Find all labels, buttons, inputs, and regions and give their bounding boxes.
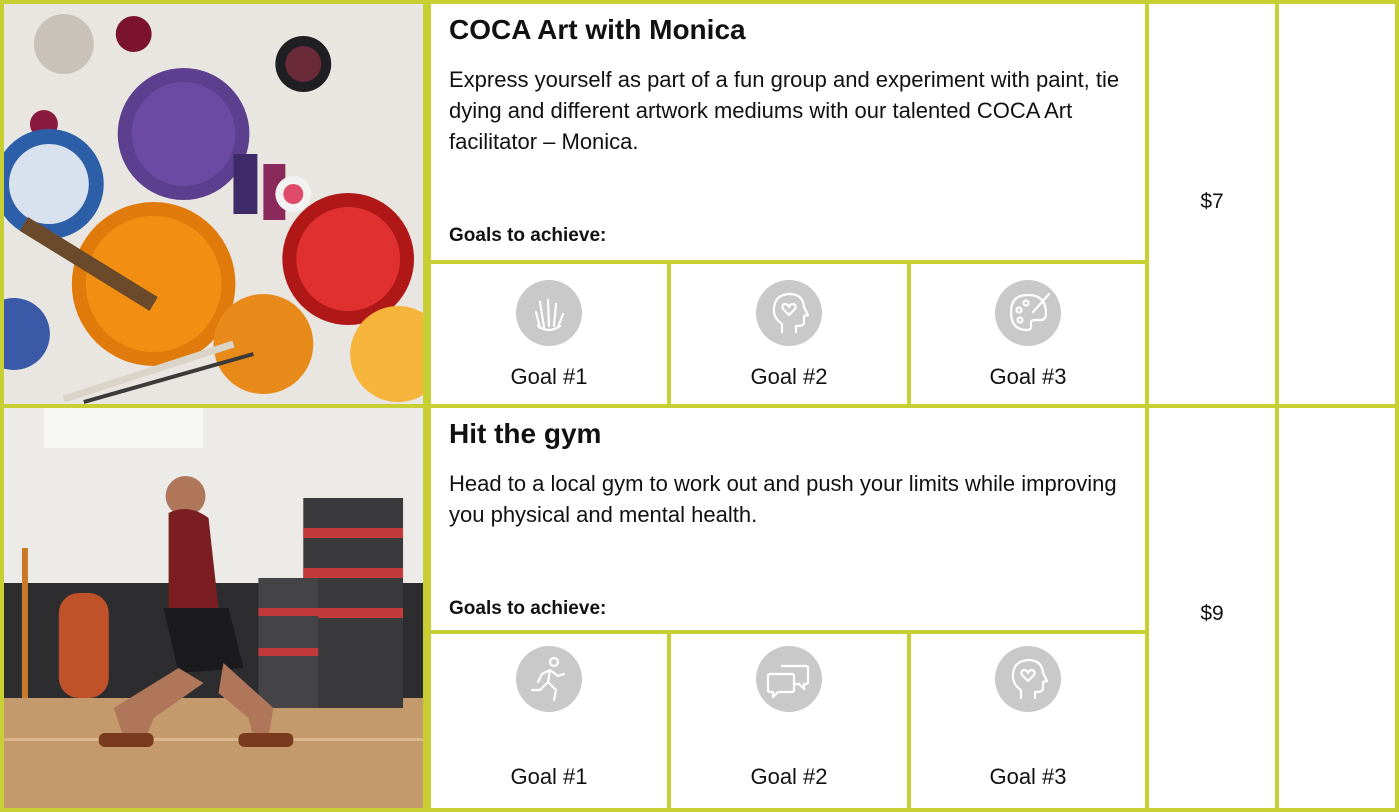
running-person-icon: [516, 646, 582, 712]
activity-description: Express yourself as part of a fun group …: [449, 67, 1120, 154]
activity-info-gym: Hit the gym Head to a local gym to work …: [427, 404, 1149, 634]
head-heart-icon: [756, 280, 822, 346]
paint-palette-icon: [995, 280, 1061, 346]
goal-cell: Goal #2: [667, 260, 911, 408]
goal-cell: Goal #1: [427, 260, 671, 408]
goal-cell: Goal #3: [907, 630, 1149, 812]
goal-cell: Goal #2: [667, 630, 911, 812]
activity-image-art: [0, 0, 427, 408]
goal-label: Goal #2: [750, 764, 828, 789]
empty-cell: [1275, 404, 1399, 812]
chat-bubbles-icon: [756, 646, 822, 712]
goals-heading: Goals to achieve:: [449, 225, 607, 246]
paint-cans-photo: [4, 4, 423, 404]
head-heart-icon: [995, 646, 1061, 712]
activity-table: COCA Art with Monica Express yourself as…: [0, 0, 1399, 812]
goal-cell: Goal #3: [907, 260, 1149, 408]
activity-price: $9: [1200, 602, 1224, 625]
goal-cell: Goal #1: [427, 630, 671, 812]
gym-lunge-photo: [4, 408, 423, 808]
goals-heading: Goals to achieve:: [449, 598, 607, 619]
goal-label: Goal #2: [750, 364, 828, 389]
goal-label: Goal #1: [510, 364, 588, 389]
goal-label: Goal #3: [989, 364, 1067, 389]
goal-label: Goal #3: [989, 764, 1067, 789]
empty-cell: [1275, 0, 1399, 408]
goal-label: Goal #1: [510, 764, 588, 789]
price-cell: $7: [1145, 0, 1279, 408]
price-cell: $9: [1145, 404, 1279, 812]
activity-description: Head to a local gym to work out and push…: [449, 471, 1117, 527]
activity-title: Hit the gym: [449, 418, 602, 449]
activity-title: COCA Art with Monica: [449, 14, 746, 45]
activity-info-art: COCA Art with Monica Express yourself as…: [427, 0, 1149, 264]
activity-image-gym: [0, 404, 427, 812]
hand-gesture-icon: [516, 280, 582, 346]
activity-price: $7: [1200, 190, 1224, 213]
